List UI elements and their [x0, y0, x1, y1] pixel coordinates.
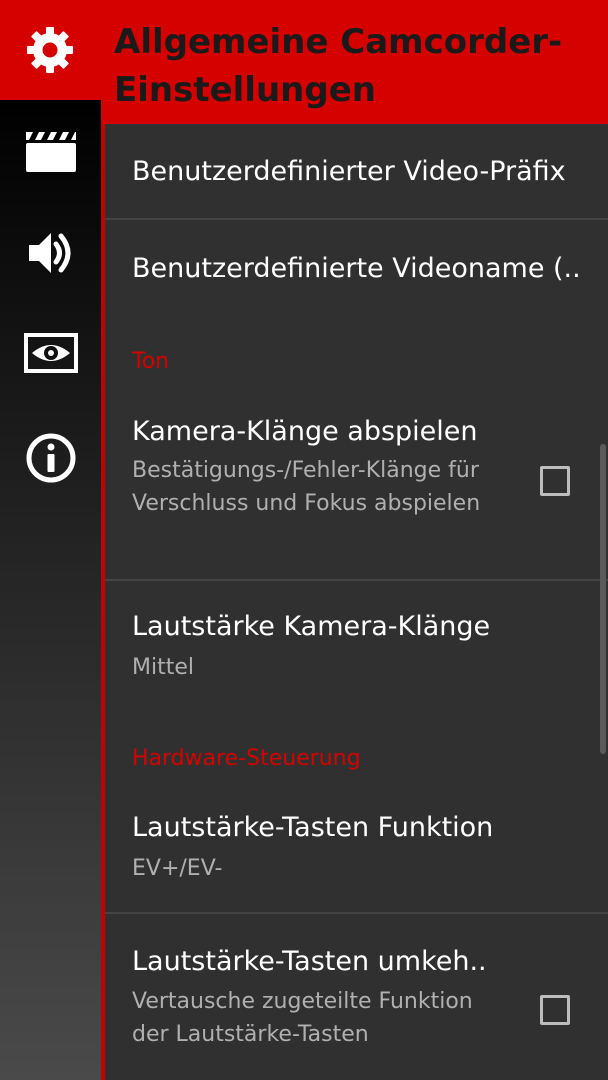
sidebar — [0, 100, 101, 1080]
setting-summary: Bestätigungs-/Fehler-Klänge für Verschlu… — [132, 458, 481, 516]
setting-summary: Vertausche zugeteilte Funktion der Lauts… — [132, 989, 473, 1047]
setting-invert-volume-keys[interactable]: Lautstärke-Tasten umkeh.. Vertausche zug… — [105, 914, 608, 1080]
setting-title: Benutzerdefinierter Video-Präfix — [132, 156, 566, 187]
invert-volume-keys-checkbox[interactable] — [540, 995, 570, 1025]
scrollbar[interactable] — [600, 444, 606, 754]
setting-summary: Mittel — [132, 655, 194, 680]
setting-title: Lautstärke-Tasten Funktion — [132, 812, 494, 843]
settings-list[interactable]: Benutzerdefinierter Video-Präfix Benutze… — [105, 124, 608, 1080]
speaker-icon[interactable] — [0, 218, 101, 288]
setting-title: Kamera-Klänge abspielen — [132, 416, 478, 447]
clapperboard-icon[interactable] — [0, 116, 101, 186]
page-title: Allgemeine Camcorder-Einstellungen — [114, 22, 563, 110]
setting-video-name[interactable]: Benutzerdefinierte Videoname (.. — [105, 220, 608, 320]
setting-title: Benutzerdefinierte Videoname (.. — [132, 253, 581, 284]
category-hardware: Hardware-Steuerung — [132, 746, 361, 771]
setting-camera-sounds[interactable]: Kamera-Klänge abspielen Bestätigungs-/Fe… — [105, 394, 608, 579]
setting-sound-volume[interactable]: Lautstärke Kamera-Klänge Mittel — [105, 581, 608, 711]
setting-summary: EV+/EV- — [132, 856, 223, 881]
setting-video-prefix[interactable]: Benutzerdefinierter Video-Präfix — [105, 124, 608, 218]
info-icon[interactable] — [0, 423, 101, 493]
setting-title: Lautstärke-Tasten umkeh.. — [132, 946, 487, 977]
setting-volume-keys[interactable]: Lautstärke-Tasten Funktion EV+/EV- — [105, 784, 608, 912]
camera-sounds-checkbox[interactable] — [540, 466, 570, 496]
setting-title: Lautstärke Kamera-Klänge — [132, 611, 491, 642]
eye-icon[interactable] — [0, 318, 101, 388]
category-ton: Ton — [132, 349, 170, 374]
gear-icon[interactable] — [0, 0, 100, 100]
